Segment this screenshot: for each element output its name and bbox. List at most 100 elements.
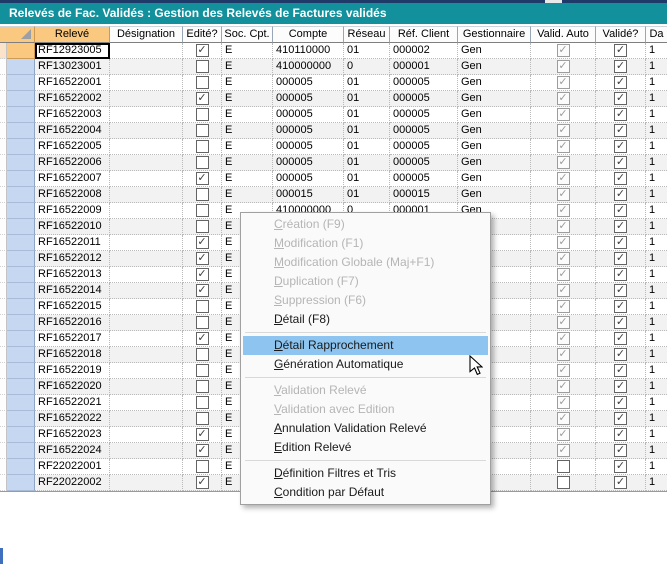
checkbox-valide[interactable]: ✓	[614, 364, 627, 377]
cell-releve[interactable]: RF16522014	[35, 283, 110, 299]
header-cell-valide[interactable]: Validé?	[596, 26, 646, 43]
cell-soc[interactable]: E	[222, 187, 273, 203]
cell-valide[interactable]: ✓	[596, 251, 646, 267]
cell-edite[interactable]	[183, 395, 222, 411]
cell-valide[interactable]: ✓	[596, 219, 646, 235]
row-selector[interactable]	[7, 219, 35, 235]
cell-designation[interactable]	[110, 219, 183, 235]
cell-reseau[interactable]: 01	[344, 155, 390, 171]
cell-valide[interactable]: ✓	[596, 267, 646, 283]
menu-item-condition-par-defaut[interactable]: Condition par Défaut	[243, 483, 488, 502]
cell-edite[interactable]: ✓	[183, 43, 222, 59]
menu-item-generation-automatique[interactable]: Génération Automatique	[243, 355, 488, 374]
cell-da[interactable]: 1	[646, 283, 667, 299]
row-selector[interactable]	[7, 395, 35, 411]
cell-valide[interactable]: ✓	[596, 299, 646, 315]
checkbox-valide[interactable]: ✓	[614, 428, 627, 441]
checkbox-valid-auto[interactable]: ✓	[557, 92, 570, 105]
cell-releve[interactable]: RF16522013	[35, 267, 110, 283]
checkbox-valid-auto[interactable]: ✓	[557, 284, 570, 297]
cell-soc[interactable]: E	[222, 43, 273, 59]
cell-releve[interactable]: RF16522015	[35, 299, 110, 315]
cell-compte[interactable]: 000005	[273, 139, 344, 155]
cell-edite[interactable]: ✓	[183, 235, 222, 251]
cell-edite[interactable]	[183, 411, 222, 427]
cell-gestionnaire[interactable]: Gen	[458, 59, 531, 75]
checkbox-valid-auto[interactable]: ✓	[557, 124, 570, 137]
cell-reseau[interactable]: 01	[344, 107, 390, 123]
cell-gestionnaire[interactable]: Gen	[458, 91, 531, 107]
cell-designation[interactable]	[110, 331, 183, 347]
checkbox-valid-auto[interactable]: ✓	[557, 428, 570, 441]
checkbox-edite[interactable]: ✓	[196, 444, 209, 457]
checkbox-valid-auto[interactable]: ✓	[557, 108, 570, 121]
checkbox-valide[interactable]: ✓	[614, 236, 627, 249]
row-selector[interactable]	[7, 203, 35, 219]
cell-designation[interactable]	[110, 187, 183, 203]
cell-edite[interactable]: ✓	[183, 251, 222, 267]
checkbox-valide[interactable]: ✓	[614, 284, 627, 297]
cell-da[interactable]: 1	[646, 155, 667, 171]
row-selector[interactable]	[7, 299, 35, 315]
checkbox-valide[interactable]: ✓	[614, 348, 627, 361]
checkbox-valide[interactable]: ✓	[614, 76, 627, 89]
cell-soc[interactable]: E	[222, 155, 273, 171]
cell-da[interactable]: 1	[646, 235, 667, 251]
row-selector[interactable]	[7, 251, 35, 267]
row-selector[interactable]	[7, 107, 35, 123]
checkbox-valid-auto[interactable]: ✓	[557, 444, 570, 457]
checkbox-edite[interactable]	[196, 396, 209, 409]
cell-ref-client[interactable]: 000005	[390, 171, 458, 187]
cell-da[interactable]: 1	[646, 443, 667, 459]
cell-edite[interactable]	[183, 363, 222, 379]
checkbox-edite[interactable]	[196, 204, 209, 217]
cell-designation[interactable]	[110, 155, 183, 171]
cell-valide[interactable]: ✓	[596, 331, 646, 347]
cell-valide[interactable]: ✓	[596, 91, 646, 107]
cell-da[interactable]: 1	[646, 411, 667, 427]
cell-reseau[interactable]: 01	[344, 75, 390, 91]
cell-releve[interactable]: RF22022002	[35, 475, 110, 491]
cell-designation[interactable]	[110, 235, 183, 251]
cell-valid-auto[interactable]: ✓	[531, 123, 596, 139]
checkbox-edite[interactable]	[196, 316, 209, 329]
cell-valid-auto[interactable]	[531, 475, 596, 491]
cell-designation[interactable]	[110, 427, 183, 443]
checkbox-valid-auto[interactable]	[557, 476, 570, 489]
checkbox-valide[interactable]: ✓	[614, 60, 627, 73]
row-selector[interactable]	[7, 75, 35, 91]
checkbox-valide[interactable]: ✓	[614, 108, 627, 121]
row-selector[interactable]	[7, 411, 35, 427]
header-cell-designation[interactable]: Désignation	[110, 26, 183, 43]
checkbox-valid-auto[interactable]: ✓	[557, 76, 570, 89]
checkbox-valide[interactable]: ✓	[614, 316, 627, 329]
header-cell-valid-auto[interactable]: Valid. Auto	[531, 26, 596, 43]
checkbox-valide[interactable]: ✓	[614, 396, 627, 409]
cell-designation[interactable]	[110, 347, 183, 363]
cell-valid-auto[interactable]: ✓	[531, 171, 596, 187]
row-selector[interactable]	[7, 59, 35, 75]
checkbox-valid-auto[interactable]: ✓	[557, 156, 570, 169]
cell-ref-client[interactable]: 000002	[390, 43, 458, 59]
cell-compte[interactable]: 000005	[273, 155, 344, 171]
checkbox-valid-auto[interactable]: ✓	[557, 60, 570, 73]
cell-valide[interactable]: ✓	[596, 347, 646, 363]
cell-valid-auto[interactable]: ✓	[531, 315, 596, 331]
row-selector[interactable]	[7, 363, 35, 379]
checkbox-edite[interactable]: ✓	[196, 284, 209, 297]
cell-edite[interactable]	[183, 299, 222, 315]
row-selector[interactable]	[7, 267, 35, 283]
cell-designation[interactable]	[110, 267, 183, 283]
cell-edite[interactable]: ✓	[183, 267, 222, 283]
checkbox-edite[interactable]: ✓	[196, 236, 209, 249]
cell-designation[interactable]	[110, 91, 183, 107]
cell-releve[interactable]: RF16522010	[35, 219, 110, 235]
cell-valide[interactable]: ✓	[596, 75, 646, 91]
cell-valid-auto[interactable]: ✓	[531, 91, 596, 107]
checkbox-valid-auto[interactable]: ✓	[557, 364, 570, 377]
checkbox-edite[interactable]	[196, 156, 209, 169]
cell-valide[interactable]: ✓	[596, 475, 646, 491]
checkbox-valide[interactable]: ✓	[614, 268, 627, 281]
cell-designation[interactable]	[110, 203, 183, 219]
cell-designation[interactable]	[110, 315, 183, 331]
